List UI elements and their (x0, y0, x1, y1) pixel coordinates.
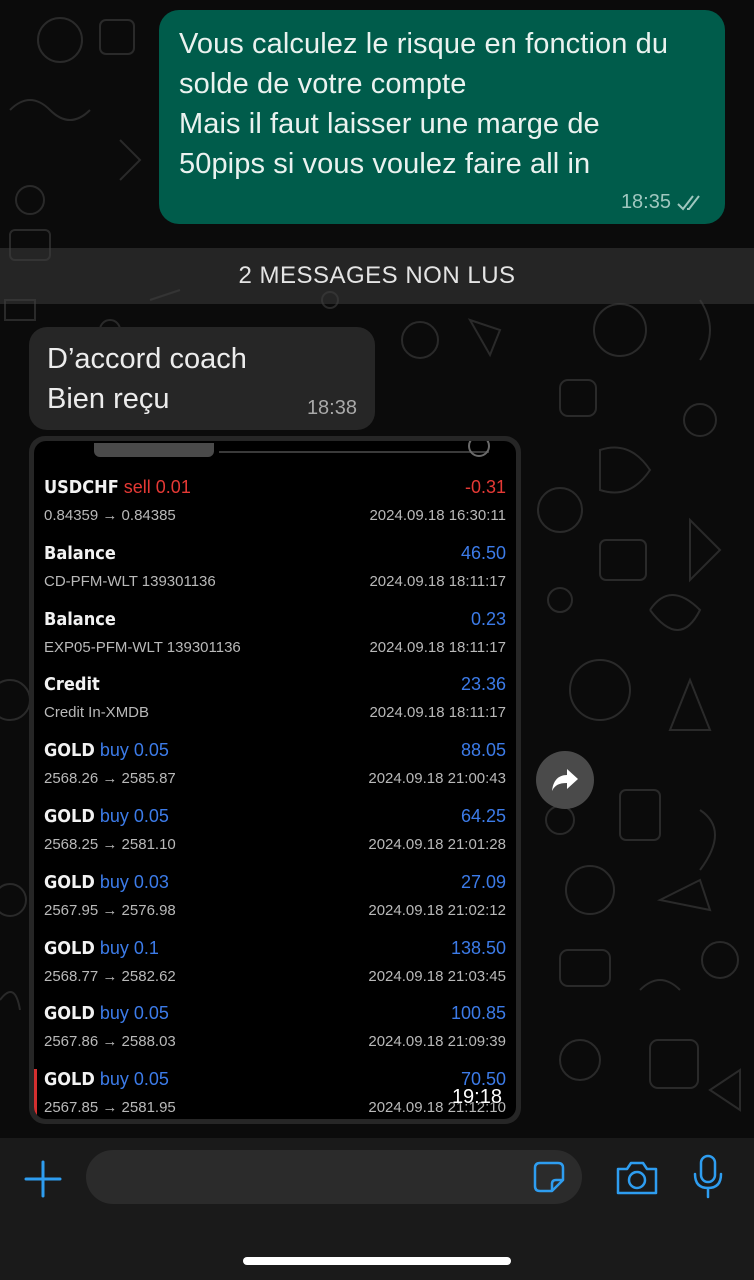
incoming-message-bubble[interactable]: D’accord coach Bien reçu 18:38 (29, 327, 375, 430)
trade-symbol: Balance (44, 542, 116, 564)
trade-date: 2024.09.18 18:11:17 (369, 638, 506, 656)
forward-icon (552, 769, 578, 791)
trade-profit: -0.31 (464, 477, 506, 497)
trade-detail: EXP05-PFM-WLT 139301136 (44, 638, 241, 656)
outgoing-message-bubble[interactable]: Vous calculez le risque en fonction du s… (159, 10, 725, 224)
trade-symbol: Credit (44, 674, 100, 696)
image-time: 19:18 (451, 1086, 502, 1108)
trade-symbol: GOLD (44, 1069, 95, 1091)
trade-profit: 88.05 (460, 740, 506, 761)
home-indicator[interactable] (243, 1257, 511, 1265)
trade-detail: 2568.25 → 2581.10 (44, 836, 176, 853)
trade-symbol: GOLD (44, 871, 95, 893)
trade-row: GOLD buy 0.05 100.85 2567.86 → 2588.03 2024… (34, 1003, 516, 1069)
trade-profit: 46.50 (460, 542, 506, 563)
message-input[interactable] (86, 1150, 582, 1204)
trade-action: buy 0.05 (99, 806, 169, 826)
message-text: Vous calculez le risque en fonction du s… (179, 28, 669, 180)
trade-profit: 27.09 (460, 871, 506, 892)
trade-symbol: GOLD (44, 740, 95, 762)
trade-action: buy 0.1 (99, 937, 159, 958)
trade-date: 2024.09.18 16:30:11 (369, 507, 506, 524)
double-check-icon (677, 194, 700, 211)
trade-date: 2024.09.18 21:02:12 (368, 901, 506, 919)
trade-profit: 0.23 (470, 608, 506, 629)
trade-detail: 2567.85 → 2581.95 (44, 1099, 176, 1117)
trade-action: buy 0.05 (99, 1003, 169, 1024)
trade-symbol: Balance (44, 608, 116, 630)
trade-row: USDCHF sell 0.01 -0.31 0.84359 → 0.84385 20… (34, 477, 516, 543)
sticker-icon[interactable] (532, 1160, 566, 1194)
message-time: 18:35 (620, 191, 671, 213)
trade-action: sell 0.01 (123, 477, 191, 497)
screenshot-top-bar (94, 443, 214, 457)
incoming-image-message[interactable]: USDCHF sell 0.01 -0.31 0.84359 → 0.84385 20… (29, 436, 521, 1124)
trade-action: buy 0.03 (99, 871, 169, 892)
trade-symbol: USDCHF (44, 477, 119, 498)
trade-date: 2024.09.18 18:11:17 (369, 572, 506, 590)
trade-date: 2024.09.18 21:03:45 (368, 967, 506, 985)
trade-date: 2024.09.18 21:00:43 (368, 770, 506, 788)
plus-icon[interactable] (22, 1158, 64, 1200)
screenshot-top-line (219, 451, 489, 453)
screenshot-top-arc (468, 441, 490, 457)
trade-row: GOLD buy 0.05 64.25 2568.25 → 2581.10 2024.… (34, 806, 516, 872)
trade-date: 2024.09.18 21:01:28 (368, 836, 506, 853)
microphone-icon[interactable] (690, 1154, 726, 1200)
trade-row: GOLD buy 0.05 88.05 2568.26 → 2585.87 2024.… (34, 740, 516, 806)
message-meta: 18:35 (621, 191, 707, 214)
trade-action: buy 0.05 (99, 1069, 169, 1090)
trade-detail: 2568.77 → 2582.62 (44, 967, 176, 985)
trade-row: Balance 0.23 EXP05-PFM-WLT 139301136 2024.0… (34, 609, 516, 675)
trade-symbol: GOLD (44, 1003, 95, 1025)
trade-symbol: GOLD (44, 806, 95, 827)
trade-detail: CD-PFM-WLT 139301136 (44, 572, 216, 590)
trade-profit: 100.85 (450, 1003, 506, 1024)
trade-row: GOLD buy 0.03 27.09 2567.95 → 2576.98 2024.… (34, 872, 516, 938)
trade-detail: 2567.95 → 2576.98 (44, 901, 176, 919)
trade-symbol: GOLD (44, 937, 95, 959)
trade-detail: 0.84359 → 0.84385 (44, 507, 176, 524)
trade-date: 2024.09.18 18:11:17 (369, 704, 506, 722)
trade-row: Balance 46.50 CD-PFM-WLT 139301136 2024.09.… (34, 543, 516, 609)
trade-row: GOLD buy 0.1 138.50 2568.77 → 2582.62 2024.… (34, 938, 516, 1004)
selected-row-marker (34, 1069, 37, 1119)
trade-action: buy 0.05 (99, 740, 169, 761)
trade-profit: 138.50 (450, 937, 506, 958)
trade-detail: 2568.26 → 2585.87 (44, 770, 176, 788)
trade-detail: 2567.86 → 2588.03 (44, 1033, 176, 1051)
trade-history-screenshot[interactable]: USDCHF sell 0.01 -0.31 0.84359 → 0.84385 20… (34, 441, 516, 1119)
unread-messages-divider: 2 MESSAGES NON LUS (0, 248, 754, 304)
forward-button[interactable] (536, 751, 594, 809)
trade-date: 2024.09.18 21:09:39 (368, 1033, 506, 1051)
trade-row: Credit 23.36 Credit In-XMDB 2024.09.18 18:1… (34, 674, 516, 740)
trade-row: GOLD buy 0.05 70.50 2567.85 → 2581.95 2024.… (34, 1069, 516, 1119)
camera-icon[interactable] (614, 1160, 660, 1196)
trade-profit: 23.36 (460, 674, 506, 695)
trade-profit: 64.25 (460, 806, 506, 826)
trade-detail: Credit In-XMDB (44, 704, 150, 722)
message-time: 18:38 (306, 397, 357, 419)
